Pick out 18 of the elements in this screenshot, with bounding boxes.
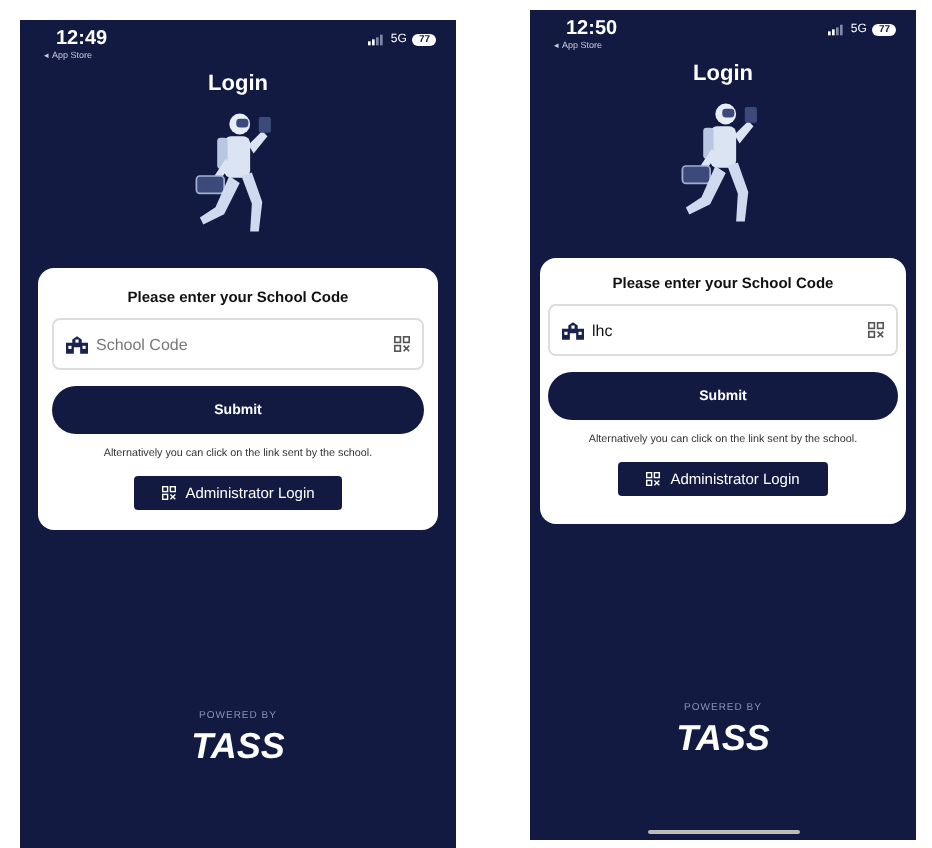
qr-code-icon[interactable]: [394, 336, 410, 352]
signal-icon: [368, 34, 385, 46]
school-code-input[interactable]: School Code: [96, 335, 386, 353]
screen-title: Login: [208, 72, 268, 96]
qr-code-icon[interactable]: [868, 322, 884, 338]
qr-code-icon: [161, 486, 176, 500]
school-building-icon: [562, 321, 584, 339]
screen-title: Login: [693, 62, 753, 86]
school-code-input[interactable]: lhc: [592, 321, 860, 339]
signal-icon: [828, 24, 845, 36]
status-time: 12:50: [564, 18, 618, 40]
brand-logo: TASS: [676, 718, 770, 760]
school-code-field[interactable]: School Code: [52, 318, 424, 370]
school-code-field[interactable]: lhc: [548, 304, 898, 356]
school-building-icon: [66, 335, 88, 353]
brand-logo: TASS: [191, 726, 285, 768]
status-time: 12:49: [54, 28, 108, 50]
qr-code-icon: [646, 472, 661, 486]
